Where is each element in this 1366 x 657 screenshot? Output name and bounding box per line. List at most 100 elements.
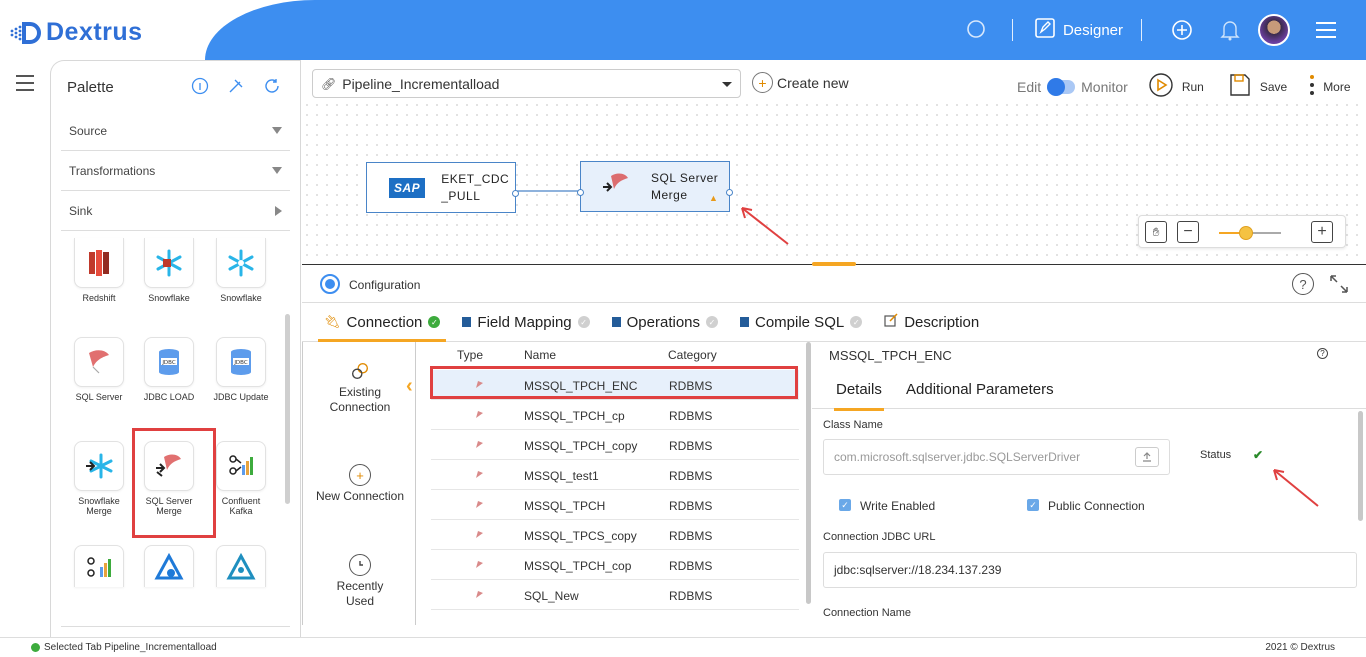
menu-icon[interactable]	[1314, 21, 1338, 39]
run-button[interactable]: Run	[1148, 72, 1204, 101]
palette-section-source[interactable]: Source	[61, 111, 290, 151]
palette-section-transformations[interactable]: Transformations	[61, 151, 290, 191]
table-row[interactable]: SQL_New RDBMS	[431, 580, 799, 610]
write-enabled-checkbox[interactable]: ✓	[839, 499, 851, 511]
search-icon[interactable]	[964, 19, 990, 41]
palette-item-snowflake-merge[interactable]: Snowflake Merge	[69, 441, 129, 516]
details-scrollbar[interactable]	[1358, 411, 1363, 521]
connection-name-label: Connection Name	[823, 607, 912, 619]
edit-monitor-toggle[interactable]	[1047, 77, 1076, 96]
header-divider	[1141, 19, 1142, 41]
tab-field-mapping[interactable]: Field Mapping ✓	[462, 303, 590, 341]
designer-label: Designer	[1062, 21, 1123, 39]
avatar[interactable]	[1258, 14, 1290, 46]
palette-item-sql-server[interactable]: SQL Server	[69, 337, 129, 402]
palette-item-redshift[interactable]: Redshift	[69, 238, 129, 303]
zoom-out-button[interactable]: −	[1177, 221, 1199, 243]
new-connection-button[interactable]: + New Connection	[303, 464, 417, 504]
class-name-field[interactable]: com.microsoft.sqlserver.jdbc.SQLServerDr…	[823, 439, 1170, 475]
zoom-controls: ✋︎ − +	[1138, 215, 1346, 248]
palette-title: Palette	[67, 79, 114, 96]
chevron-down-icon	[272, 167, 282, 174]
sql-server-merge-icon	[601, 171, 631, 202]
create-new-button[interactable]: + Create new	[752, 72, 849, 93]
designer-button[interactable]: Designer	[1035, 18, 1123, 42]
check-icon: ✓	[850, 316, 863, 328]
sql-server-icon	[476, 561, 483, 568]
copyright: 2021 © Dextrus	[1265, 642, 1335, 653]
palette-item-jdbc-load[interactable]: JDBC JDBC LOAD	[139, 337, 199, 402]
more-button[interactable]: More	[1309, 73, 1351, 100]
palette-item-snowflake-b[interactable]: Snowflake	[211, 238, 271, 303]
hand-icon[interactable]: ✋︎	[1145, 221, 1167, 243]
tab-additional-parameters[interactable]: Additional Parameters	[906, 381, 1054, 398]
bell-icon[interactable]	[1218, 19, 1242, 41]
node-eket-cdc-pull[interactable]: SAP EKET_CDC _PULL	[366, 162, 519, 213]
sql-server-icon	[476, 531, 483, 538]
sql-server-icon	[476, 501, 483, 508]
public-connection-checkbox[interactable]: ✓	[1027, 499, 1039, 511]
app-logo[interactable]: Dextrus	[10, 18, 143, 47]
upload-icon[interactable]	[1135, 447, 1159, 467]
svg-text:JDBC: JDBC	[161, 360, 176, 366]
tab-operations[interactable]: Operations ✓	[611, 303, 718, 341]
info-icon[interactable]	[189, 75, 211, 97]
palette-item-snowflake-a[interactable]: Snowflake	[139, 238, 199, 303]
input-port[interactable]	[577, 189, 584, 196]
tab-connection[interactable]: 🔌︎ Connection ✓	[317, 303, 447, 342]
snowflake-icon	[216, 238, 266, 288]
annotation-arrow	[741, 207, 789, 245]
help-icon[interactable]: ?	[1292, 273, 1314, 295]
expand-icon[interactable]	[1328, 273, 1350, 300]
edit-label: Edit	[1017, 78, 1042, 95]
status-text: Selected Tab Pipeline_Incrementalload	[44, 642, 217, 653]
zoom-slider[interactable]	[1219, 226, 1281, 240]
zoom-in-button[interactable]: +	[1311, 221, 1333, 243]
column-header-type[interactable]: Type	[457, 348, 483, 362]
palette-item-confluent-kafka[interactable]: Confluent Kafka	[211, 441, 271, 516]
link-icon: 🔗︎	[321, 76, 337, 91]
palette-item-kafka-2[interactable]	[69, 545, 129, 587]
table-row[interactable]: MSSQL_test1 RDBMS	[431, 460, 799, 490]
status-ok-icon	[31, 643, 40, 652]
table-row[interactable]: MSSQL_TPCH_copy RDBMS	[431, 430, 799, 460]
sql-server-icon	[476, 411, 483, 418]
public-connection-label: Public Connection	[1048, 499, 1145, 513]
table-row[interactable]: MSSQL_TPCH RDBMS	[431, 490, 799, 520]
refresh-icon[interactable]	[261, 75, 283, 97]
check-icon: ✓	[577, 316, 590, 328]
pipeline-select[interactable]: 🔗︎ Pipeline_Incrementalload	[312, 69, 741, 98]
existing-connection-button[interactable]: Existing Connection	[303, 360, 417, 415]
status-label: Status	[1200, 449, 1232, 461]
palette-panel: Palette Source Transformations Sink Reds…	[50, 60, 301, 637]
palette-item-azure-b[interactable]	[211, 545, 271, 587]
check-icon: ✓	[706, 316, 718, 328]
column-header-category[interactable]: Category	[668, 348, 717, 362]
help-icon[interactable]: ?	[1317, 348, 1328, 359]
column-header-name[interactable]: Name	[524, 348, 556, 362]
table-row[interactable]: MSSQL_TPCH_cp RDBMS	[431, 400, 799, 430]
tab-details[interactable]: Details	[834, 381, 884, 411]
output-port[interactable]	[512, 190, 519, 197]
tab-compile-sql[interactable]: Compile SQL ✓	[740, 303, 863, 341]
edit-icon	[884, 313, 898, 331]
palette-item-jdbc-update[interactable]: JDBC JDBC Update	[211, 337, 271, 402]
pin-icon[interactable]	[225, 75, 247, 97]
sap-icon: SAP	[389, 177, 426, 198]
add-icon[interactable]	[1170, 19, 1194, 41]
palette-section-sink[interactable]: Sink	[61, 191, 290, 231]
jdbc-url-field[interactable]: jdbc:sqlserver://18.234.137.239	[823, 552, 1357, 588]
table-row[interactable]: MSSQL_TPCS_copy RDBMS	[431, 520, 799, 550]
palette-item-azure-a[interactable]	[139, 545, 199, 587]
node-sql-server-merge[interactable]: SQL Server Merge ▲	[577, 161, 733, 212]
table-scrollbar[interactable]	[806, 342, 811, 604]
output-port[interactable]	[726, 189, 733, 196]
configuration-radio-icon[interactable]	[320, 274, 340, 294]
hamburger-icon[interactable]	[16, 75, 34, 96]
table-row[interactable]: MSSQL_TPCH_cop RDBMS	[431, 550, 799, 580]
tab-icon	[611, 317, 621, 327]
tab-description[interactable]: Description	[884, 303, 979, 341]
save-button[interactable]: Save	[1228, 72, 1287, 101]
recently-used-button[interactable]: Recently Used	[303, 554, 417, 609]
palette-scrollbar[interactable]	[285, 314, 290, 504]
